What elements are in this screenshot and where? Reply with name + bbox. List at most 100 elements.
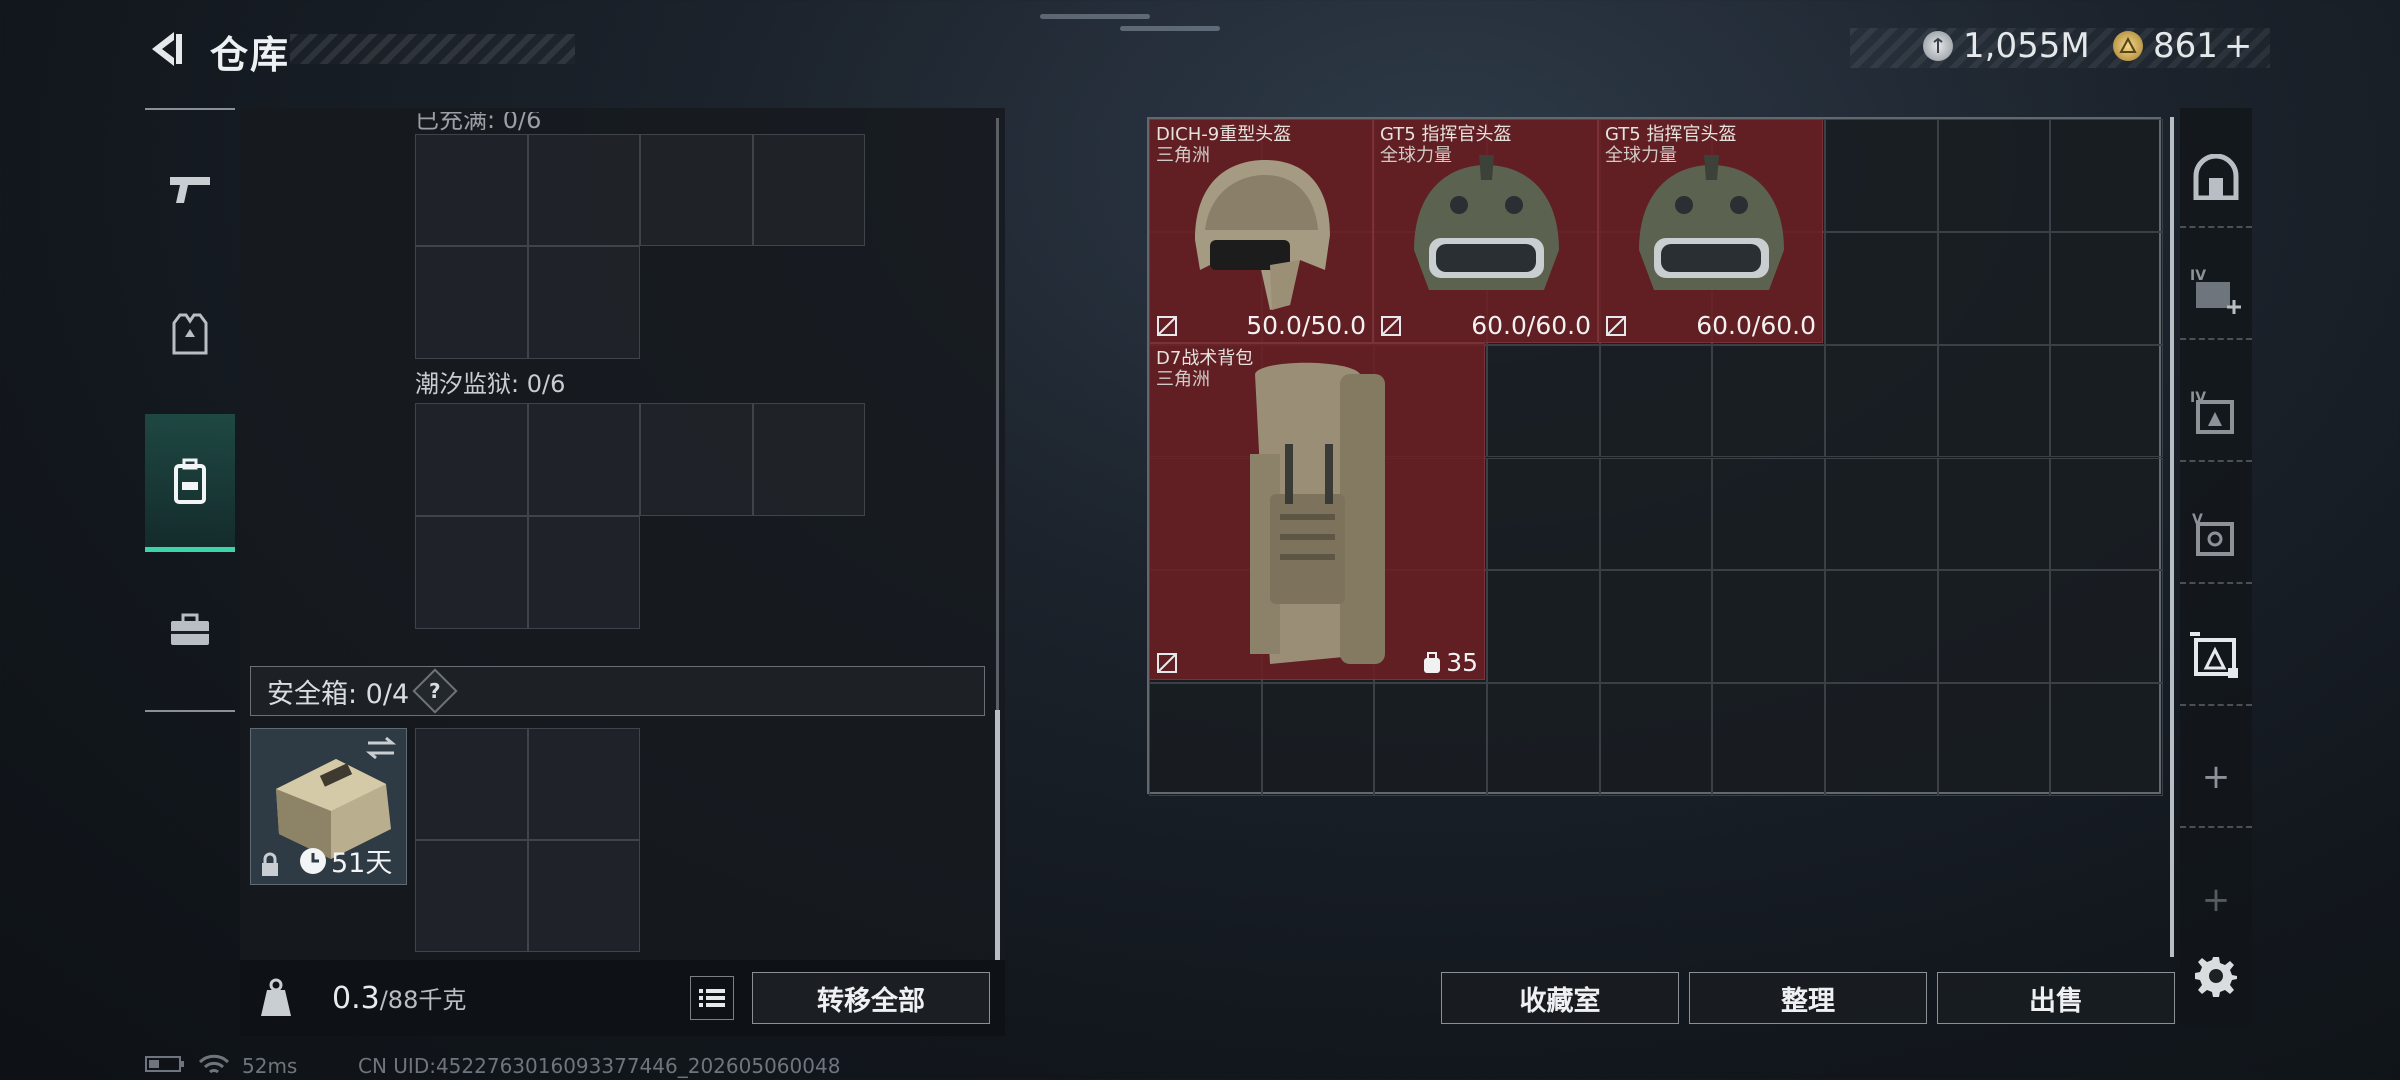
grid-slot[interactable] — [415, 403, 528, 516]
settings-button[interactable] — [2195, 955, 2237, 997]
expiry-timer: 51天 — [299, 841, 392, 880]
gear-icon — [2195, 957, 2237, 997]
weight-max: /88千克 — [379, 986, 467, 1014]
rail-add-button[interactable]: + — [2180, 728, 2252, 828]
stash-slot[interactable] — [2050, 231, 2163, 345]
stash-slot[interactable] — [2050, 457, 2163, 571]
grid-slot[interactable] — [640, 134, 753, 246]
stash-slot[interactable] — [1487, 683, 1600, 796]
gold-add-button[interactable]: + — [2224, 26, 2253, 66]
stash-slot[interactable] — [1599, 344, 1713, 458]
item-capacity: 35 — [1422, 648, 1478, 677]
left-scrollbar-thumb[interactable] — [995, 710, 1000, 960]
stash-slot[interactable] — [1599, 570, 1713, 684]
stash-slot[interactable] — [1712, 344, 1825, 458]
silver-amount: 1,055M — [1963, 26, 2090, 66]
stash-slot[interactable] — [1825, 231, 1938, 345]
stash-slot[interactable] — [1825, 683, 1938, 796]
collection-room-button[interactable]: 收藏室 — [1441, 972, 1679, 1024]
grid-slot[interactable] — [528, 728, 640, 840]
item-faction: 全球力量 — [1605, 145, 1677, 166]
stash-item-helmet-dich9[interactable]: DICH-9重型头盔 三角洲 50.0/50.0 — [1149, 119, 1373, 343]
battery-icon — [145, 1054, 185, 1078]
secure-case-item[interactable]: 51天 — [250, 728, 407, 885]
currency-gold[interactable]: 861 + — [2113, 26, 2252, 66]
rail-level4-add-button[interactable]: IV — [2180, 240, 2252, 340]
stash-slot[interactable] — [1712, 683, 1825, 796]
back-button[interactable] — [140, 26, 190, 72]
rail-level5-case-button[interactable]: V — [2180, 484, 2252, 584]
stash-slot[interactable] — [1937, 570, 2051, 684]
transfer-all-button[interactable]: 转移全部 — [752, 972, 990, 1024]
no-insurance-icon — [1157, 316, 1177, 336]
stash-slot[interactable] — [2050, 683, 2163, 796]
sort-button[interactable]: 整理 — [1689, 972, 1927, 1024]
grid-slot[interactable] — [415, 516, 528, 629]
stash-slot[interactable] — [1599, 457, 1713, 571]
tab-weapons[interactable] — [145, 145, 235, 235]
no-insurance-icon — [1157, 653, 1177, 673]
stash-slot[interactable] — [1937, 457, 2051, 571]
stash-slot[interactable] — [1261, 683, 1375, 796]
rail-vault-button[interactable] — [2180, 128, 2252, 228]
stash-slot[interactable] — [1712, 570, 1825, 684]
stash-slot[interactable] — [2050, 119, 2163, 232]
stash-slot[interactable] — [1487, 457, 1600, 571]
grid-slot[interactable] — [528, 246, 640, 359]
grid-slot[interactable] — [415, 840, 528, 952]
stash-slot[interactable] — [1937, 231, 2051, 345]
grid-slot[interactable] — [528, 403, 640, 516]
grid-slot[interactable] — [753, 403, 865, 516]
tidal-prison-label: 潮汐监狱: 0/6 — [415, 370, 566, 398]
stash-slot[interactable] — [1937, 344, 2051, 458]
clock-icon — [300, 847, 326, 874]
help-button[interactable]: ? — [412, 668, 458, 714]
backpack-icon — [174, 458, 206, 504]
tab-armor[interactable] — [145, 290, 235, 380]
stash-slot[interactable] — [1487, 570, 1600, 684]
stash-scrollbar[interactable] — [2170, 117, 2174, 957]
sell-button[interactable]: 出售 — [1937, 972, 2175, 1024]
grid-slot[interactable] — [415, 728, 528, 840]
grid-slot[interactable] — [415, 246, 528, 359]
rail-level4-case-button[interactable]: IV — [2180, 362, 2252, 462]
stash-slot[interactable] — [2050, 344, 2163, 458]
level-5-case-icon: V — [2192, 512, 2234, 556]
grid-slot[interactable] — [528, 516, 640, 629]
triangle-case-icon — [2190, 632, 2238, 678]
item-name: GT5 指挥官头盔 — [1380, 124, 1512, 145]
rail-triangle-case-button[interactable] — [2180, 606, 2252, 706]
item-faction: 全球力量 — [1380, 145, 1452, 166]
expiry-days: 51天 — [331, 848, 393, 879]
list-view-button[interactable] — [690, 976, 734, 1020]
tab-cases[interactable] — [145, 585, 235, 675]
silver-coin-icon — [1923, 31, 1953, 61]
stash-slot[interactable] — [1825, 119, 1938, 232]
stash-slot[interactable] — [1149, 683, 1262, 796]
no-insurance-icon — [1606, 316, 1626, 336]
grid-slot[interactable] — [640, 403, 753, 516]
stash-slot[interactable] — [1374, 683, 1487, 796]
stash-slot[interactable] — [2050, 570, 2163, 684]
stash-slot[interactable] — [1825, 344, 1938, 458]
stash-slot[interactable] — [1825, 570, 1938, 684]
stash-slot[interactable] — [1599, 683, 1713, 796]
stash-slot[interactable] — [1487, 344, 1600, 458]
tab-backpack[interactable] — [145, 414, 235, 552]
stash-item-helmet-gt5[interactable]: GT5 指挥官头盔 全球力量 60.0/60.0 — [1598, 119, 1823, 343]
stash-item-helmet-gt5[interactable]: GT5 指挥官头盔 全球力量 60.0/60.0 — [1373, 119, 1598, 343]
help-icon: ? — [429, 678, 441, 703]
stash-item-backpack-d7[interactable]: D7战术背包 三角洲 35 — [1149, 343, 1485, 680]
stash-slot[interactable] — [1937, 119, 2051, 232]
no-insurance-icon — [1381, 316, 1401, 336]
stash-slot[interactable] — [1825, 457, 1938, 571]
grid-slot[interactable] — [415, 134, 528, 246]
currency-silver[interactable]: 1,055M — [1923, 26, 2090, 66]
item-name: D7战术背包 — [1156, 348, 1254, 369]
grid-slot[interactable] — [753, 134, 865, 246]
stash-slot[interactable] — [1712, 457, 1825, 571]
stash-slot[interactable] — [1937, 683, 2051, 796]
swap-icon[interactable] — [364, 735, 398, 761]
grid-slot[interactable] — [528, 840, 640, 952]
grid-slot[interactable] — [528, 134, 640, 246]
